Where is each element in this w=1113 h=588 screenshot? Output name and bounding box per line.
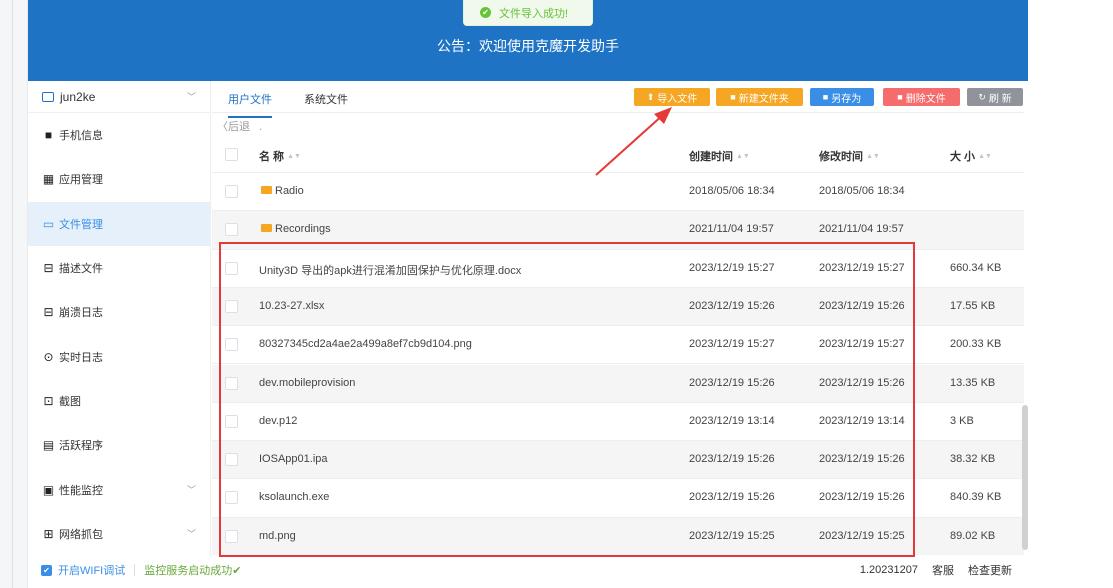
file-created-cell: 2018/05/06 18:34	[689, 185, 775, 197]
vertical-scrollbar[interactable]	[1022, 405, 1028, 550]
left-gutter	[0, 0, 28, 588]
apple-icon: ■	[44, 128, 53, 143]
sidebar-item-label: 网络抓包	[59, 528, 103, 541]
screenshot-icon: ⊡	[43, 393, 54, 408]
row-checkbox[interactable]	[225, 185, 238, 198]
save-as-button[interactable]: ■ 另存为	[810, 88, 874, 106]
file-size-cell: 13.35 KB	[950, 376, 996, 389]
file-name: Radio	[275, 185, 304, 197]
sidebar-item[interactable]: ▣ 性能监控 ﹀	[28, 467, 210, 511]
version-text: 1.20231207	[859, 564, 918, 576]
folder-icon: ▭	[42, 216, 55, 231]
wifi-debug-label[interactable]: 开启WIFI调试	[58, 562, 125, 578]
sort-icon: ▲▼	[287, 152, 301, 160]
chevron-left-icon: 〈	[217, 121, 228, 133]
trash-icon: ■	[897, 92, 903, 102]
sidebar-menu: ■ 手机信息 ▦ 应用管理 ▭ 文件管理 ⊟ 描述文件 ⊟ 崩溃日志 ⊙ 实时日志 ⊡ 截图 ▤ 活跃程序 ▣ 性…	[28, 113, 210, 556]
current-path: .	[259, 121, 263, 133]
sidebar-item-label: 性能监控	[59, 484, 103, 497]
tab-user-files[interactable]: 用户文件	[228, 91, 272, 118]
apps-icon: ▦	[42, 172, 55, 187]
select-all-checkbox[interactable]	[225, 148, 238, 161]
device-icon	[42, 91, 54, 102]
new-folder-button[interactable]: ■ 新建文件夹	[716, 88, 803, 106]
sidebar: jun2ke ﹀ ■ 手机信息 ▦ 应用管理 ▭ 文件管理 ⊟ 描述文件 ⊟ 崩溃日志 ⊙ 实时日志 ⊡…	[28, 81, 211, 555]
status-right-group: 1.20231207 客服 检查更新	[846, 562, 1028, 578]
file-size-cell: 660.34 KB	[950, 261, 1002, 274]
sidebar-item[interactable]: ⊟ 崩溃日志	[28, 290, 210, 334]
sidebar-item-label: 活跃程序	[59, 440, 103, 453]
sidebar-item[interactable]: ▭ 文件管理	[28, 201, 210, 246]
sidebar-item[interactable]: ⊞ 网络抓包 ﹀	[28, 512, 210, 556]
file-name-cell[interactable]: Radio	[261, 185, 304, 197]
file-size-cell: 89.02 KB	[950, 529, 996, 542]
sidebar-item-label: 应用管理	[59, 174, 103, 187]
column-modified-header[interactable]: 修改时间 ▲▼	[819, 148, 880, 164]
file-name: Recordings	[275, 223, 331, 236]
tab-system-files[interactable]: 系统文件	[304, 91, 348, 107]
folder-icon	[261, 186, 272, 195]
chevron-down-icon: ﹀	[186, 92, 196, 102]
sidebar-item[interactable]: ▤ 活跃程序	[28, 423, 210, 467]
file-modified-cell: 2021/11/04 19:57	[819, 223, 904, 236]
status-bar: ✔ 开启WIFI调试 监控服务启动成功✔ 1.20231207 客服 检查更新	[28, 555, 1028, 585]
sidebar-item-label: 手机信息	[59, 130, 103, 143]
file-size-cell: 38.32 KB	[950, 453, 996, 466]
file-modified-cell: 2018/05/06 18:34	[819, 185, 905, 197]
success-check-icon: ✔	[480, 7, 491, 18]
active-programs-icon: ▤	[42, 438, 55, 453]
profile-icon: ⊟	[43, 261, 54, 276]
file-created-cell: 2021/11/04 19:57	[689, 223, 774, 236]
announcement-text: 公告：欢迎使用克魔开发助手	[437, 38, 619, 54]
delete-file-button[interactable]: ■ 删除文件	[883, 88, 960, 106]
sort-icon: ▲▼	[978, 152, 992, 160]
sort-icon: ▲▼	[866, 152, 880, 160]
refresh-button[interactable]: ↻ 刷 新	[967, 88, 1023, 106]
annotation-highlight-box	[219, 242, 915, 557]
app-window: 公告：欢迎使用克魔开发助手 ✔ 文件导入成功! jun2ke ﹀ ■ 手机信息 ▦ 应…	[0, 0, 1113, 588]
wifi-debug-checkbox[interactable]: ✔	[41, 564, 52, 576]
monitor-status-text: 监控服务启动成功✔	[144, 565, 242, 577]
success-toast: ✔ 文件导入成功!	[463, 0, 593, 26]
sidebar-item[interactable]: ▦ 应用管理	[28, 157, 210, 201]
toast-message: 文件导入成功!	[499, 7, 569, 20]
sidebar-item[interactable]: ⊡ 截图	[28, 379, 210, 423]
sidebar-item-label: 描述文件	[59, 263, 103, 276]
divider	[134, 564, 136, 576]
sidebar-item-label: 截图	[59, 395, 81, 408]
sidebar-item[interactable]: ⊙ 实时日志	[28, 334, 210, 378]
chevron-down-icon: ﹀	[186, 485, 196, 496]
file-size-cell: 17.55 KB	[950, 299, 996, 312]
sidebar-item-label: 文件管理	[59, 218, 103, 231]
column-size-header[interactable]: 大 小 ▲▼	[950, 148, 992, 164]
sidebar-item-label: 实时日志	[59, 351, 103, 364]
crash-log-icon: ⊟	[43, 305, 54, 320]
sidebar-item[interactable]: ■ 手机信息	[28, 113, 210, 157]
row-checkbox[interactable]	[225, 223, 238, 237]
back-button[interactable]: 〈后退 .	[217, 118, 262, 134]
device-selector[interactable]: jun2ke ﹀	[28, 81, 210, 113]
support-link[interactable]: 客服	[932, 562, 954, 578]
device-name: jun2ke	[60, 89, 96, 104]
realtime-log-icon: ⊙	[43, 349, 54, 364]
sidebar-item[interactable]: ⊟ 描述文件	[28, 246, 210, 290]
sort-icon: ▲▼	[736, 152, 750, 160]
file-name-cell[interactable]: Recordings	[261, 223, 331, 235]
file-size-cell: 200.33 KB	[950, 338, 1002, 351]
packet-capture-icon: ⊞	[43, 526, 54, 541]
folder-icon	[261, 224, 272, 233]
check-update-link[interactable]: 检查更新	[968, 562, 1012, 578]
refresh-icon: ↻	[978, 91, 986, 102]
chevron-down-icon: ﹀	[186, 529, 196, 540]
right-blank-area	[1028, 0, 1113, 588]
annotation-arrow	[595, 107, 672, 176]
column-name-header[interactable]: 名 称 ▲▼	[259, 148, 301, 164]
column-created-header[interactable]: 创建时间 ▲▼	[689, 148, 750, 164]
folder-plus-icon: ■	[730, 92, 736, 102]
sidebar-item-label: 崩溃日志	[59, 307, 103, 320]
file-size-cell: 3 KB	[950, 414, 974, 427]
file-size-cell: 840.39 KB	[950, 491, 1002, 504]
save-icon: ■	[822, 92, 829, 102]
performance-icon: ▣	[42, 482, 55, 497]
